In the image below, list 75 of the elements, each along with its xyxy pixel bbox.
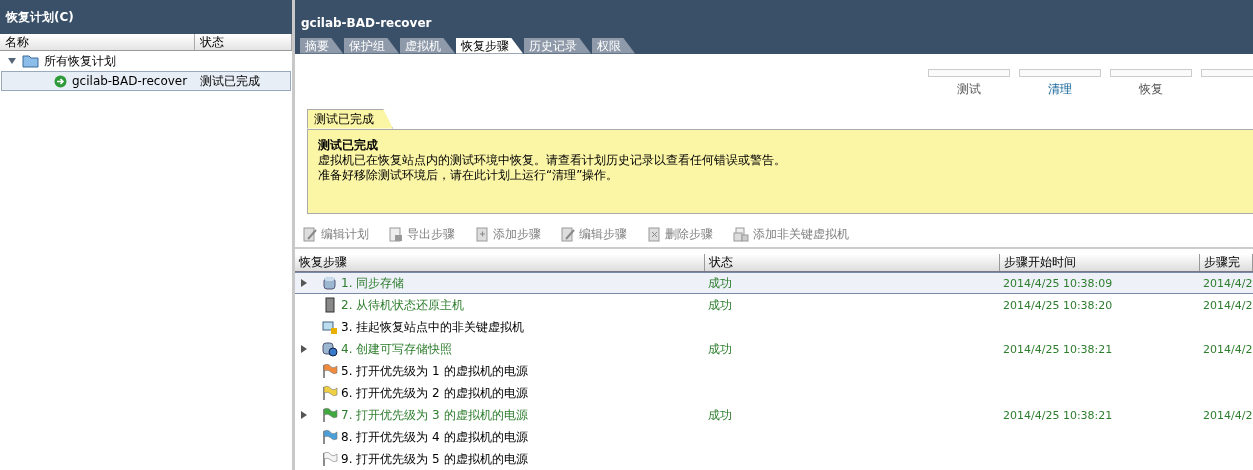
step-name: 8. 打开优先级为 4 的虚拟机的电源 [341,428,528,446]
folder-icon [22,53,40,69]
step-end-time: 2014/4/2 [1203,408,1253,422]
step-name: 2. 从待机状态还原主机 [341,296,465,314]
plan-title: gcilab-BAD-recover [300,15,433,32]
tab[interactable]: 摘要 [300,37,343,54]
tree-item[interactable]: 所有恢复计划 [44,52,116,70]
step-name: 9. 打开优先级为 5 的虚拟机的电源 [341,450,528,468]
step-row[interactable]: 5. 打开优先级为 1 的虚拟机的电源 [295,360,1253,382]
column-header[interactable]: 步骤完 [1200,254,1253,271]
tab[interactable]: 恢复步骤 [456,37,523,54]
plan-row[interactable]: gcilab-BAD-recover 测试已完成 [1,71,291,91]
flag-icon [322,363,338,379]
step-start-time: 2014/4/25 10:38:21 [1003,408,1113,422]
step-row[interactable]: 2. 从待机状态还原主机 成功 2014/4/25 10:38:20 2014/4/2 [295,294,1253,316]
column-header[interactable]: 状态 [705,254,1000,271]
scroll-plus-icon [475,226,489,242]
tab[interactable]: 虚拟机 [400,37,455,54]
step-name: 5. 打开优先级为 1 的虚拟机的电源 [341,362,528,380]
expand-arrow-icon[interactable] [301,411,307,419]
plan-name: gcilab-BAD-recover [72,74,188,88]
step-row[interactable]: 4. 创建可写存储快照 成功 2014/4/25 10:38:21 2014/4/2 [295,338,1253,360]
column-header[interactable]: 步骤开始时间 [1000,254,1200,271]
step-name: 3. 挂起恢复站点中的非关键虚拟机 [341,318,525,336]
step-start-time: 2014/4/25 10:38:09 [1003,276,1113,290]
stage-label: 清理 [1048,80,1072,98]
vm-stack-icon [733,226,749,242]
step-name: 6. 打开优先级为 2 的虚拟机的电源 [341,384,528,402]
pencil-icon [303,226,317,242]
step-row[interactable]: 7. 打开优先级为 3 的虚拟机的电源 成功 2014/4/25 10:38:21 2014/4/2 [295,404,1253,426]
arrow-circle-icon [54,74,67,88]
panel-title: 恢复计划(C) [0,0,292,34]
vm-pause-icon [322,319,338,335]
step-row[interactable]: 3. 挂起恢复站点中的非关键虚拟机 [295,316,1253,338]
expand-arrow-icon[interactable] [301,279,307,287]
tab[interactable]: 保护组 [344,37,399,54]
stage-label: 恢复 [1139,80,1163,98]
step-start-time: 2014/4/25 10:38:20 [1003,298,1113,312]
pencil-icon [561,226,575,242]
step-row[interactable]: 6. 打开优先级为 2 的虚拟机的电源 [295,382,1253,404]
step-name: 7. 打开优先级为 3 的虚拟机的电源 [341,406,528,424]
flag-icon [322,451,338,467]
flag-icon [322,407,338,423]
plan-status: 测试已完成 [199,72,261,90]
tab[interactable]: 权限 [592,37,635,54]
step-name: 1. 同步存储 [341,274,405,292]
step-status: 成功 [708,297,732,312]
column-header[interactable]: 状态 [195,34,292,50]
step-end-time: 2014/4/2 [1203,276,1253,290]
notice-text: 虚拟机已在恢复站点内的测试环境中恢复。请查看计划历史记录以查看任何错误或警告。 [318,152,787,168]
step-name: 4. 创建可写存储快照 [341,340,453,358]
server-icon [322,297,338,313]
step-status: 成功 [708,407,732,422]
step-row[interactable]: 8. 打开优先级为 4 的虚拟机的电源 [295,426,1253,448]
step-end-time: 2014/4/2 [1203,342,1253,356]
step-status: 成功 [708,275,732,290]
database-icon [322,275,338,291]
flag-icon [322,429,338,445]
column-header[interactable]: 名称 [0,34,195,50]
step-end-time: 2014/4/2 [1203,298,1253,312]
tab[interactable]: 历史记录 [524,37,591,54]
notice-heading: 测试已完成 [318,137,379,153]
notice-text: 准备好移除测试环境后，请在此计划上运行“清理”操作。 [318,167,620,183]
stage-label: 测试 [957,80,981,98]
document-icon [389,226,403,242]
step-row[interactable]: 1. 同步存储 成功 2014/4/25 10:38:09 2014/4/2 [295,272,1253,294]
step-status: 成功 [708,341,732,356]
expand-arrow-icon[interactable] [8,57,16,65]
step-start-time: 2014/4/25 10:38:21 [1003,342,1113,356]
step-row[interactable]: 9. 打开优先级为 5 的虚拟机的电源 [295,448,1253,470]
column-header[interactable]: 恢复步骤 [295,254,705,271]
scroll-x-icon [647,226,661,242]
expand-arrow-icon[interactable] [301,345,307,353]
database-gear-icon [322,341,338,357]
flag-icon [322,385,338,401]
